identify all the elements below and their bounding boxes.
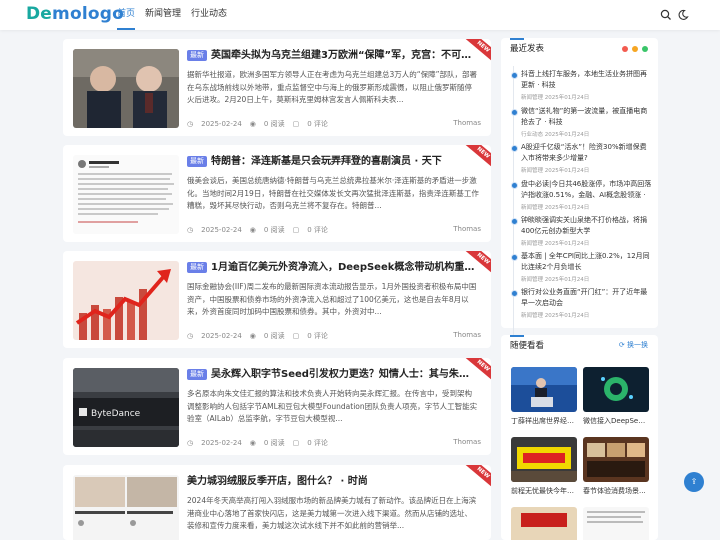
- post-card[interactable]: 美力城羽绒服反季开店，图什么？ · 时尚 2024年冬天高举高打闯入羽绒服市场的…: [63, 465, 491, 540]
- theme-toggle-icon[interactable]: [677, 9, 689, 21]
- post-excerpt: 2024年冬天高举高打闯入羽绒服市场的新品牌美力城有了新动作。该品牌近日在上海滨…: [187, 496, 477, 530]
- dot-orange: [632, 46, 638, 52]
- latest-post-item[interactable]: 银行对公业务直面“开门红”：开了近年最早一次启动会 新闻管理 2025年01月24…: [511, 287, 653, 319]
- comment-icon: ▢: [292, 120, 300, 128]
- clock-icon: ◷: [187, 120, 194, 128]
- eye-icon: ◉: [249, 120, 256, 128]
- random-posts-panel: 随便看看 ⟳ 换一换 丁薛祥出席世界经济... 微信接入DeepSeek... …: [501, 335, 658, 540]
- top-header: Demologo 首页 新闻管理 行业动态: [0, 0, 720, 30]
- nav-industry[interactable]: 行业动态: [191, 0, 227, 30]
- svg-text:ByteDance: ByteDance: [91, 409, 141, 419]
- post-excerpt: 国际金融协会(IIF)周二发布的最新国际资本流动报告显示，1月外国投资者积极布局…: [187, 282, 477, 316]
- random-post-title: 春节体验消费场景...: [583, 487, 646, 495]
- latest-post-item[interactable]: 基本面 | 全年CPI同比上涨0.2%，12月同比连续2个月负增长 新闻管理 20…: [511, 251, 653, 283]
- post-card[interactable]: ByteDance 最新 吴永辉入职字节Seed引发权力更迭？知情人士：其与朱文佳…: [63, 358, 491, 455]
- post-badge: 最新: [187, 262, 207, 273]
- post-thumbnail[interactable]: [73, 261, 179, 340]
- latest-post-item[interactable]: 盘中必读|今日共46股涨停，市场冲高回落沪指收涨0.51%，金融、AI概念股领涨…: [511, 179, 653, 211]
- post-card[interactable]: 最新1月逾百亿美元外资净流入，DeepSeek概念带动机构重估中国市场 · 财经…: [63, 251, 491, 348]
- latest-post-item[interactable]: 钟睒睒强调实关山泉绝不打价格战，将捐400亿元创办新型大学 新闻管理 2025年0…: [511, 215, 653, 247]
- post-title[interactable]: 美力城羽绒服反季开店，图什么？ · 时尚: [187, 475, 477, 489]
- random-post-thumbnail[interactable]: [511, 507, 577, 540]
- refresh-button[interactable]: ⟳ 换一换: [619, 340, 648, 350]
- nav-news-management[interactable]: 新闻管理: [145, 0, 181, 30]
- latest-post-item[interactable]: A股迎千亿级“活水”！险资30%新增保费入市将带来多少增量? 新闻管理 2025年…: [511, 142, 653, 174]
- post-title[interactable]: 最新吴永辉入职字节Seed引发权力更迭？知情人士：其与朱文佳分工明确 · 科技: [187, 368, 477, 382]
- random-post-item[interactable]: 丁薛祥出席世界经济...: [511, 367, 577, 426]
- random-post-thumbnail[interactable]: [583, 437, 649, 482]
- random-post-thumbnail[interactable]: [511, 367, 577, 412]
- post-title[interactable]: 最新 特朗普：泽连斯基是只会玩弄拜登的喜剧演员 · 天下: [187, 155, 477, 169]
- random-post-item[interactable]: 前程无忧最快今年上...: [511, 437, 577, 496]
- refresh-icon: ⟳: [618, 341, 625, 349]
- random-post-item[interactable]: 微信接入DeepSeek...: [583, 367, 649, 426]
- post-meta: ◷ 2025-02-24 ◉ 0 阅读 ▢ 0 评论 Thomas: [187, 119, 481, 128]
- post-meta: ◷ 2025-02-24 ◉ 0 阅读 ▢ 0 评论 Thomas: [187, 438, 481, 447]
- post-author[interactable]: Thomas: [453, 225, 481, 233]
- random-post-item[interactable]: 春节体验消费场景...: [583, 437, 649, 496]
- post-author[interactable]: Thomas: [453, 438, 481, 446]
- clock-icon: ◷: [187, 332, 194, 340]
- random-posts-title: 随便看看: [510, 341, 545, 351]
- post-badge: 最新: [187, 50, 207, 61]
- post-card[interactable]: 最新 特朗普：泽连斯基是只会玩弄拜登的喜剧演员 · 天下 俄美会谈后，美国总统唐纳…: [63, 145, 491, 242]
- window-dots: [618, 46, 648, 52]
- post-badge: 最新: [187, 369, 207, 380]
- post-card[interactable]: 最新英国牵头拟为乌克兰组建3万欧洲“保障”军，克宫：不可接受 · 天下 据新华社…: [63, 39, 491, 136]
- post-excerpt: 多名原本向朱文佳汇报的算法和技术负责人开始转向吴永辉汇报。在传言中，受到架构调整…: [187, 389, 478, 423]
- comment-icon: ▢: [292, 226, 300, 234]
- random-post-title: 微信接入DeepSeek...: [583, 417, 649, 425]
- post-meta: ◷ 2025-02-24 ◉ 0 阅读 ▢ 0 评论 Thomas: [187, 331, 481, 340]
- latest-post-item[interactable]: 微信“送礼物”的第一波流量，被直播电商抢去了 · 科技 行业动态 2025年01月…: [511, 106, 653, 138]
- eye-icon: ◉: [249, 332, 256, 340]
- random-post-title: 丁薛祥出席世界经济...: [511, 417, 577, 425]
- latest-posts-panel: 最近发表 抖音上线打车服务，本地生活业务拼图再更新 · 科技 新闻管理 2025年…: [501, 38, 658, 336]
- random-post-item[interactable]: [583, 507, 649, 540]
- comment-icon: ▢: [292, 332, 300, 340]
- random-post-title: 前程无忧最快今年上...: [511, 487, 577, 495]
- post-excerpt: 俄美会谈后，美国总统唐纳德·特朗普与乌克兰总统弗拉基米尔·泽连斯基的矛盾进一步激…: [187, 176, 479, 210]
- post-title[interactable]: 最新1月逾百亿美元外资净流入，DeepSeek概念带动机构重估中国市场 · 财经: [187, 261, 477, 275]
- random-post-item[interactable]: [511, 507, 577, 540]
- post-badge: 最新: [187, 156, 207, 167]
- post-thumbnail[interactable]: [73, 155, 179, 234]
- comment-icon: ▢: [292, 439, 300, 447]
- post-title[interactable]: 最新英国牵头拟为乌克兰组建3万欧洲“保障”军，克宫：不可接受 · 天下: [187, 49, 477, 63]
- dot-red: [622, 46, 628, 52]
- post-author[interactable]: Thomas: [453, 119, 481, 127]
- eye-icon: ◉: [249, 226, 256, 234]
- nav-home[interactable]: 首页: [117, 0, 136, 30]
- post-thumbnail[interactable]: ByteDance: [73, 368, 179, 447]
- title-accent-line: [510, 38, 524, 40]
- title-accent-line: [510, 335, 524, 337]
- arrow-up-icon: ⇪: [690, 477, 698, 486]
- latest-post-item[interactable]: 抖音上线打车服务，本地生活业务拼图再更新 · 科技 新闻管理 2025年01月24…: [511, 69, 653, 101]
- post-author[interactable]: Thomas: [453, 331, 481, 339]
- back-to-top-button[interactable]: ⇪: [684, 472, 704, 492]
- random-post-thumbnail[interactable]: [583, 367, 649, 412]
- random-post-thumbnail[interactable]: [511, 437, 577, 482]
- eye-icon: ◉: [249, 439, 256, 447]
- post-excerpt: 据新华社报道，欧洲多国军方领导人正在考虑为乌克兰组建总3万人的“保障”部队，部署…: [187, 70, 478, 104]
- post-thumbnail[interactable]: [73, 49, 179, 128]
- random-post-thumbnail[interactable]: [583, 507, 649, 540]
- post-meta: ◷ 2025-02-24 ◉ 0 阅读 ▢ 0 评论 Thomas: [187, 225, 481, 234]
- search-icon[interactable]: [660, 9, 672, 21]
- site-logo[interactable]: Demologo: [26, 4, 124, 24]
- main-nav: 首页 新闻管理 行业动态: [117, 0, 237, 30]
- dot-green: [642, 46, 648, 52]
- clock-icon: ◷: [187, 439, 194, 447]
- post-thumbnail[interactable]: [73, 475, 179, 540]
- latest-posts-title: 最近发表: [510, 44, 545, 54]
- clock-icon: ◷: [187, 226, 194, 234]
